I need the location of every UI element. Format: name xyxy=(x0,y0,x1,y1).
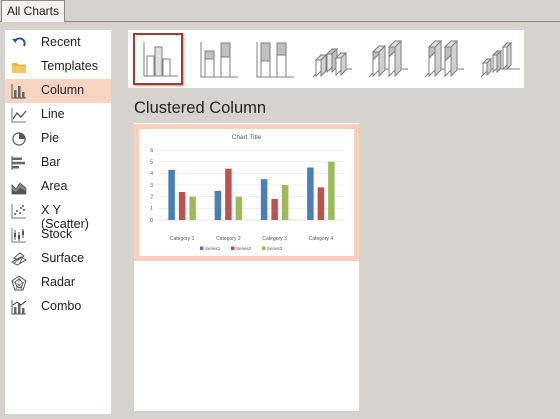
subtype-3d-column[interactable] xyxy=(474,33,524,85)
subtype-3d-clustered-column[interactable] xyxy=(306,33,356,85)
line-chart-icon xyxy=(11,108,27,123)
sidebar-item-surface[interactable]: Surface xyxy=(5,247,111,271)
chart-subtype-gallery xyxy=(128,30,524,88)
sidebar-item-column[interactable]: Column xyxy=(5,79,111,103)
3d-100-stacked-column-icon xyxy=(424,39,464,78)
y-tick-label: 3 xyxy=(150,183,153,189)
legend-label: Series1 xyxy=(205,246,221,251)
tab-divider xyxy=(0,21,560,22)
radar-chart-icon xyxy=(11,275,27,291)
x-tick-label: Category 4 xyxy=(309,236,334,242)
legend-label: Series2 xyxy=(236,246,252,251)
bar xyxy=(225,168,232,220)
sidebar-item-bar[interactable]: Bar xyxy=(5,151,111,175)
y-tick-label: 2 xyxy=(150,194,153,200)
column-chart-icon xyxy=(11,84,26,99)
sidebar-item-label: Line xyxy=(41,107,65,121)
y-tick-label: 4 xyxy=(150,171,153,177)
stacked-column-icon xyxy=(200,42,238,78)
bar xyxy=(214,190,222,220)
y-tick-label: 1 xyxy=(150,206,153,212)
sidebar-item-templates[interactable]: Templates xyxy=(5,55,111,79)
sidebar-item-combo[interactable]: Combo xyxy=(5,295,111,319)
bar xyxy=(328,161,335,220)
sidebar-item-label: Recent xyxy=(41,35,81,49)
subtype-3d-stacked-column[interactable] xyxy=(362,33,412,85)
bar xyxy=(189,196,196,220)
chart-subtype-heading: Clustered Column xyxy=(134,99,267,117)
sidebar-item-area[interactable]: Area xyxy=(5,175,111,199)
sidebar-item-stock[interactable]: Stock xyxy=(5,223,111,247)
y-tick-label: 6 xyxy=(150,148,153,154)
sidebar-item-recent[interactable]: Recent xyxy=(5,31,111,55)
x-tick-label: Category 1 xyxy=(170,236,195,242)
bar xyxy=(178,192,186,220)
sidebar-item-scatter[interactable]: X Y (Scatter) xyxy=(5,199,111,231)
legend-label: Series3 xyxy=(267,246,283,251)
recent-icon xyxy=(12,37,26,47)
scatter-chart-icon xyxy=(11,204,26,219)
sidebar-item-label: Area xyxy=(41,179,68,193)
surface-chart-icon xyxy=(11,252,27,266)
chart-type-list: Recent Templates Column Line Pie Bar Are… xyxy=(5,30,111,414)
y-tick-label: 5 xyxy=(150,159,153,165)
3d-stacked-column-icon xyxy=(368,39,408,78)
3d-column-icon xyxy=(480,41,520,78)
3d-clustered-column-icon xyxy=(312,47,352,78)
bar xyxy=(281,185,289,220)
bar xyxy=(307,167,314,220)
tab-all-charts[interactable]: All Charts xyxy=(1,0,65,22)
tab-bar: All Charts xyxy=(0,0,560,22)
bar xyxy=(168,169,175,220)
bar xyxy=(260,179,268,220)
sidebar-item-label: Column xyxy=(41,83,85,97)
sidebar-item-label: Templates xyxy=(41,59,98,73)
subtype-3d-100-stacked-column[interactable] xyxy=(418,33,468,85)
stock-chart-icon xyxy=(11,228,26,243)
x-tick-label: Category 2 xyxy=(216,236,241,242)
chart-title: Chart Title xyxy=(232,134,262,141)
sidebar-item-label: Pie xyxy=(41,131,60,145)
area-chart-icon xyxy=(11,182,27,195)
folder-icon xyxy=(12,63,26,73)
sidebar-item-label: Bar xyxy=(41,155,61,169)
100-stacked-column-icon xyxy=(256,42,294,78)
clustered-column-chart: Chart Title 0 1 2 3 4 5 6 Category 1 Category 2 C… xyxy=(150,134,344,251)
combo-chart-icon xyxy=(11,300,27,315)
subtype-clustered-column[interactable] xyxy=(133,33,183,85)
sidebar-item-label: Combo xyxy=(41,299,82,313)
bar xyxy=(235,196,243,220)
sidebar-item-label: Surface xyxy=(41,251,85,265)
subtype-stacked-column[interactable] xyxy=(194,33,244,85)
legend-swatch xyxy=(200,246,204,250)
subtype-100-stacked-column[interactable] xyxy=(250,33,300,85)
sidebar-item-radar[interactable]: Radar xyxy=(5,271,111,295)
sidebar-item-label: Radar xyxy=(41,275,76,289)
bar xyxy=(271,199,278,220)
sidebar-item-label: Stock xyxy=(41,227,73,241)
clustered-column-icon xyxy=(143,42,178,77)
sidebar-item-pie[interactable]: Pie xyxy=(5,127,111,151)
chart-preview[interactable]: Chart Title 0 1 2 3 4 5 6 Category 1 Category 2 C… xyxy=(139,129,354,256)
legend-swatch xyxy=(262,246,266,250)
sidebar-item-line[interactable]: Line xyxy=(5,103,111,127)
legend-swatch xyxy=(231,246,235,250)
pie-chart-icon xyxy=(12,132,26,146)
y-tick-label: 0 xyxy=(150,218,153,224)
x-tick-label: Category 3 xyxy=(262,236,287,242)
bar xyxy=(317,187,325,220)
bar-chart-icon xyxy=(11,156,25,170)
